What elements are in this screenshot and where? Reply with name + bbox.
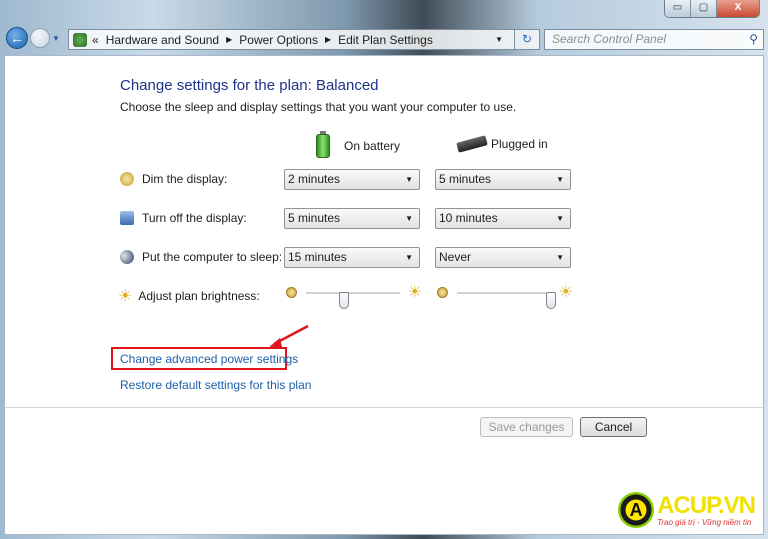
logo-brand: ACUP.VN	[657, 491, 756, 519]
moon-icon	[120, 250, 134, 264]
select-value: Never	[439, 250, 472, 264]
chevron-down-icon[interactable]: ▼	[495, 35, 503, 44]
chevron-down-icon: ▼	[556, 253, 564, 262]
save-changes-button[interactable]: Save changes	[480, 417, 573, 437]
search-icon[interactable]: ⚲	[749, 30, 758, 49]
column-label: Plugged in	[491, 137, 548, 151]
chevron-down-icon: ▼	[405, 253, 413, 262]
search-input[interactable]: Search Control Panel ⚲	[544, 29, 764, 50]
divider	[5, 407, 763, 408]
column-on-battery: On battery	[316, 131, 401, 158]
row-brightness: ☀ Adjust plan brightness:	[118, 286, 260, 306]
row-turn-off-display: Turn off the display:	[120, 208, 247, 228]
page-title: Change settings for the plan: Balanced	[120, 77, 379, 94]
chevron-down-icon: ▼	[556, 175, 564, 184]
slider-thumb[interactable]	[338, 292, 349, 309]
select-value: 2 minutes	[288, 172, 341, 186]
column-plugged-in: Plugged in	[456, 135, 548, 153]
restore-defaults-link[interactable]: Restore default settings for this plan	[120, 378, 311, 392]
sleep-battery-select[interactable]: 15 minutes ▼	[284, 247, 420, 268]
forward-button[interactable]	[30, 28, 50, 48]
chevron-down-icon: ▼	[405, 175, 413, 184]
slider-track	[457, 292, 556, 309]
breadcrumb-edit-plan-settings[interactable]: Edit Plan Settings	[338, 33, 433, 47]
bright-sun-icon: ☀	[558, 284, 573, 301]
dim-display-plugged-select[interactable]: 5 minutes ▼	[435, 169, 571, 190]
dim-sun-icon	[286, 287, 297, 298]
brightness-battery-slider[interactable]: ☀	[286, 284, 422, 309]
column-label: On battery	[344, 139, 401, 153]
brightness-plugged-slider[interactable]: ☀	[437, 284, 573, 309]
logo-emblem: A	[618, 492, 655, 528]
turn-off-display-plugged-select[interactable]: 10 minutes ▼	[435, 208, 571, 229]
search-placeholder: Search Control Panel	[552, 32, 667, 46]
logo-tagline: Trao giá trị - Vững niềm tin	[657, 517, 752, 527]
breadcrumb-hardware-and-sound[interactable]: Hardware and Sound	[106, 33, 219, 47]
row-sleep: Put the computer to sleep:	[120, 247, 282, 267]
slider-thumb[interactable]	[546, 292, 556, 309]
window-controls: ▭ ▢ X	[664, 0, 760, 18]
dim-sun-icon	[437, 287, 448, 298]
power-plug-icon	[456, 135, 488, 153]
minimize-button[interactable]: ▭	[665, 0, 691, 17]
maximize-button[interactable]: ▢	[691, 0, 717, 17]
page-subtitle: Choose the sleep and display settings th…	[120, 100, 517, 114]
row-label: Adjust plan brightness:	[138, 289, 260, 303]
breadcrumb-overflow[interactable]: «	[92, 33, 99, 47]
recent-pages-dropdown[interactable]: ▼	[52, 34, 60, 43]
chevron-down-icon: ▼	[556, 214, 564, 223]
turn-off-display-battery-select[interactable]: 5 minutes ▼	[284, 208, 420, 229]
control-panel-icon	[73, 32, 87, 47]
slider-track	[306, 292, 400, 309]
chevron-right-icon[interactable]: ▶	[325, 35, 331, 44]
chevron-down-icon: ▼	[405, 214, 413, 223]
cancel-button[interactable]: Cancel	[580, 417, 647, 437]
row-label: Put the computer to sleep:	[142, 250, 283, 264]
row-dim-display: Dim the display:	[120, 169, 227, 189]
battery-icon	[316, 131, 330, 158]
select-value: 10 minutes	[439, 211, 498, 225]
sun-icon: ☀	[118, 288, 133, 305]
watermark-logo: A ACUP.VN Trao giá trị - Vững niềm tin	[618, 491, 756, 528]
content-pane: Change settings for the plan: Balanced C…	[4, 55, 764, 535]
chevron-right-icon[interactable]: ▶	[226, 35, 232, 44]
change-advanced-power-settings-link[interactable]: Change advanced power settings	[120, 352, 298, 366]
address-bar[interactable]: « Hardware and Sound ▶ Power Options ▶ E…	[68, 29, 515, 50]
select-value: 15 minutes	[288, 250, 347, 264]
breadcrumb-power-options[interactable]: Power Options	[239, 33, 318, 47]
back-button[interactable]: ←	[6, 27, 28, 49]
row-label: Turn off the display:	[142, 211, 247, 225]
bright-sun-icon: ☀	[407, 284, 422, 301]
dim-display-battery-select[interactable]: 2 minutes ▼	[284, 169, 420, 190]
dim-display-icon	[120, 172, 134, 186]
sleep-plugged-select[interactable]: Never ▼	[435, 247, 571, 268]
row-label: Dim the display:	[142, 172, 228, 186]
select-value: 5 minutes	[439, 172, 492, 186]
navigation-buttons: ← ▼	[6, 27, 60, 49]
monitor-clock-icon	[120, 211, 134, 225]
close-button[interactable]: X	[717, 0, 759, 17]
select-value: 5 minutes	[288, 211, 341, 225]
refresh-button[interactable]: ↻	[515, 29, 540, 50]
